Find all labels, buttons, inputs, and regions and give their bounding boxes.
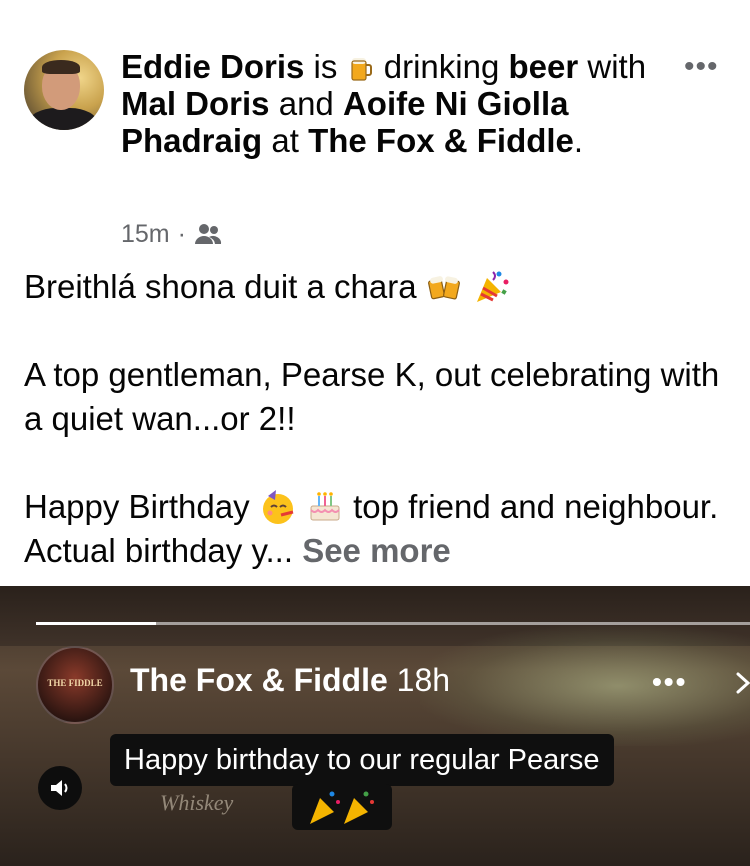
chevron-right-icon[interactable] [732, 668, 750, 698]
tagged-place[interactable]: The Fox & Fiddle [308, 122, 574, 159]
party-popper-icon [476, 271, 509, 302]
header-period: . [573, 122, 584, 159]
speaker-icon [51, 780, 68, 796]
video-light [420, 626, 750, 746]
story-caption-emoji-box [292, 784, 392, 830]
story-page-title[interactable]: The Fox & Fiddle 18h [130, 662, 450, 699]
party-popper-icon [310, 791, 374, 824]
header-word-with: with [587, 48, 647, 85]
story-page-name: The Fox & Fiddle [130, 662, 388, 698]
post-body: Breithlá shona duit a chara A top gentle… [24, 265, 730, 573]
post-line-2: A top gentleman, Pearse K, out celebrati… [24, 356, 720, 437]
post-avatar[interactable] [24, 50, 104, 130]
sound-toggle-button[interactable] [38, 766, 82, 810]
story-more-icon[interactable]: ••• [652, 668, 687, 696]
see-more-link[interactable]: See more [302, 532, 451, 569]
birthday-cake-icon [310, 492, 340, 521]
tagged-friend-1[interactable]: Mal Doris [121, 85, 270, 122]
post-meta: 15m · [121, 218, 222, 250]
post-line-3-start: Happy Birthday [24, 488, 250, 525]
story-time: 18h [396, 662, 451, 698]
paragraph-gap-1 [24, 309, 730, 353]
post-line-1: Breithlá shona duit a chara [24, 265, 730, 309]
post-header: Eddie Doris is drinking beer with Mal Do… [121, 48, 666, 159]
header-word-and: and [278, 85, 334, 122]
story-caption: Happy birthday to our regular Pearse [110, 734, 614, 786]
paragraph-gap-2 [24, 441, 730, 485]
author-name[interactable]: Eddie Doris [121, 48, 304, 85]
background-sign: Whiskey [160, 790, 234, 815]
activity-text: drinking [383, 48, 500, 85]
story-progress-fill [36, 622, 156, 625]
friends-icon[interactable] [194, 222, 222, 246]
header-word-at: at [271, 122, 299, 159]
avatar-shirt [28, 108, 98, 130]
header-word-is: is [313, 48, 338, 85]
activity-object[interactable]: beer [508, 48, 578, 85]
beer-mug-icon [350, 58, 372, 81]
more-options-icon[interactable]: ••• [684, 52, 719, 82]
story-avatar-text: THE FIDDLE [47, 678, 103, 688]
avatar-hair [42, 60, 80, 74]
post-line-3: Happy Birthday top friend and neighbour.… [24, 485, 730, 573]
story-page-avatar[interactable]: THE FIDDLE [36, 646, 114, 724]
partying-face-icon [262, 490, 294, 524]
post-timestamp[interactable]: 15m [121, 220, 170, 249]
clinking-beer-mugs-icon [427, 276, 460, 300]
meta-separator: · [177, 219, 186, 248]
story-caption-text: Happy birthday to our regular Pearse [124, 743, 600, 776]
post-line-1-text: Breithlá shona duit a chara [24, 268, 417, 305]
